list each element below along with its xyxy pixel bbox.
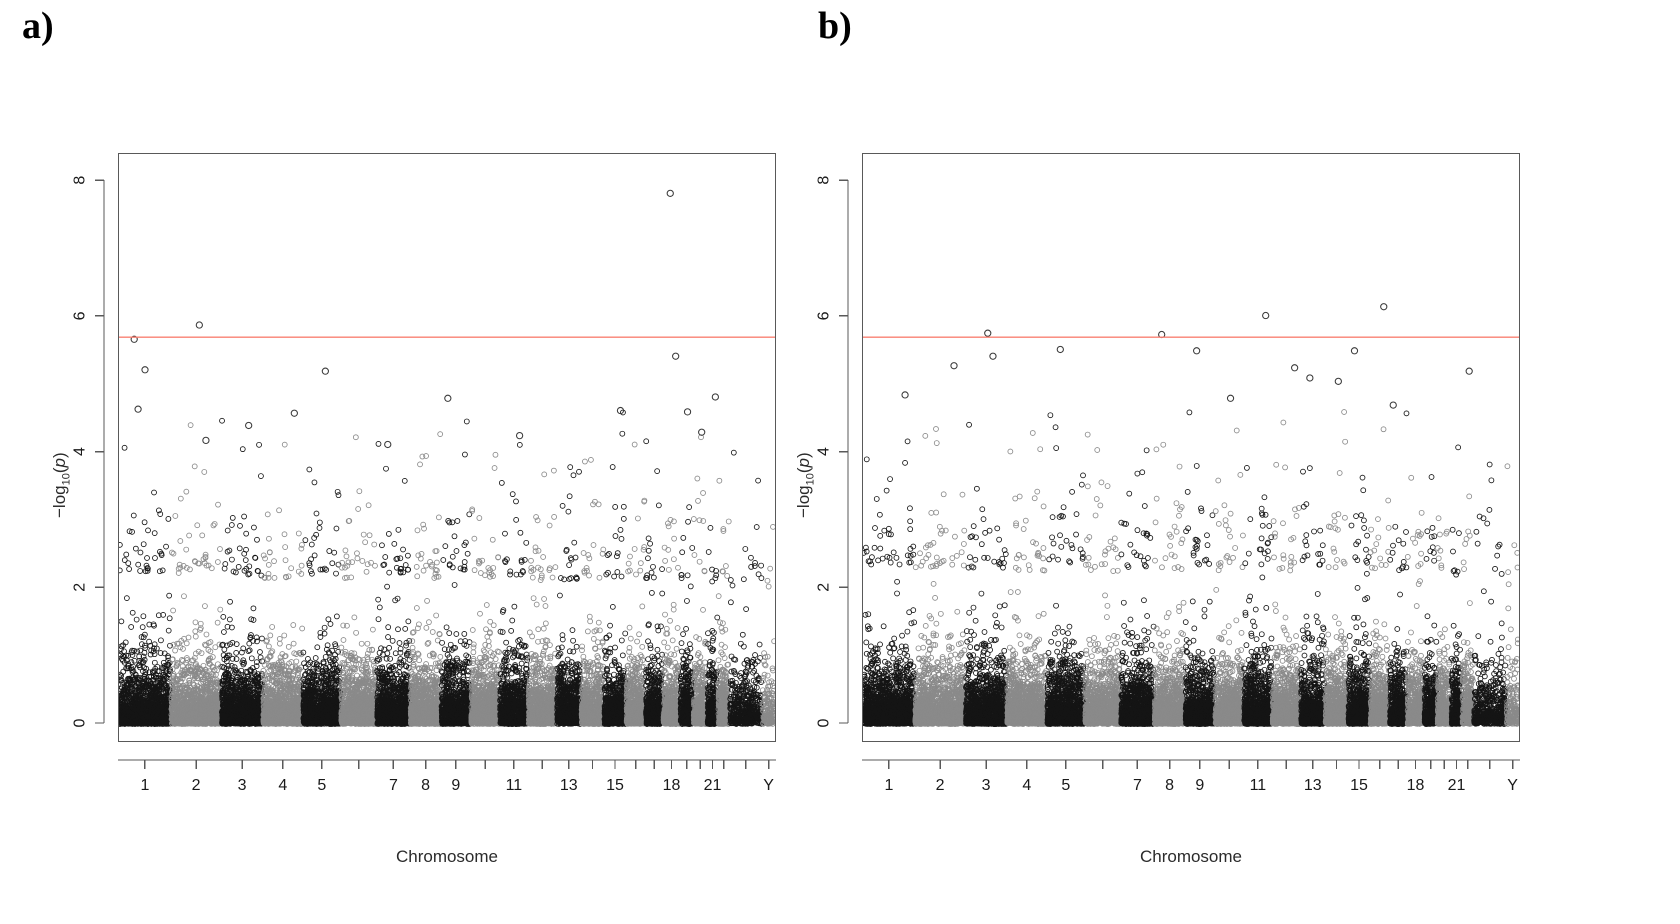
- panel-a-xtick-9: 9: [451, 777, 460, 794]
- panel-b-xtick-4: 4: [1022, 777, 1031, 794]
- panel-b-xtick-15: 15: [1350, 777, 1368, 794]
- panel-b-xtick-18: 18: [1407, 777, 1425, 794]
- panel-a-xtick-13: 13: [560, 777, 578, 794]
- panel-b-x-axis-label: Chromosome: [1139, 847, 1243, 866]
- y-label-open-paren: (: [50, 467, 69, 474]
- panel-a-ytick-6: 6: [72, 311, 89, 320]
- panel-a-axes: 024681 2 3 4 5 7 8 9 11 13 15 18 21 Y: [72, 176, 776, 794]
- panel-a-xtick-8: 8: [421, 777, 430, 794]
- panel-b-xtick-3: 3: [982, 777, 991, 794]
- panel-b-y-axis-label: −log10(p): [794, 452, 816, 518]
- panel-b-ytick-6: 6: [816, 311, 833, 320]
- panel-a-xtick-2: 2: [192, 777, 201, 794]
- y-label-prefix: −log: [50, 485, 69, 519]
- panel-b-ytick-4: 4: [816, 447, 833, 456]
- panel-b-xtick-8: 8: [1165, 777, 1174, 794]
- manhattan-plot-figure: a) b) 0 2 4 6 8 1 2 3 4 5 7 8 9 11 13 15 18 21 Y −log10(p)…: [0, 0, 1680, 924]
- panel-a-xtick-1: 1: [140, 777, 149, 794]
- panel-a-xtick-18: 18: [663, 777, 681, 794]
- panel-b-xtick-5: 5: [1061, 777, 1070, 794]
- y-label-close-paren: ): [50, 452, 69, 459]
- y-label-open-paren: (: [794, 467, 813, 474]
- panel-a-xtick-21: 21: [704, 777, 722, 794]
- panel-a-xtick-3: 3: [238, 777, 247, 794]
- panel-b-xtick-Y: Y: [1507, 777, 1518, 794]
- panel-a-ytick-8: 8: [72, 176, 89, 185]
- panel-b-xtick-7: 7: [1133, 777, 1142, 794]
- panel-b-xtick-9: 9: [1195, 777, 1204, 794]
- panel-a-x-axis-label: Chromosome: [395, 847, 499, 866]
- panel-a-xtick-7: 7: [389, 777, 398, 794]
- panel-b-xtick-11: 11: [1250, 777, 1267, 794]
- panel-b-xtick-21: 21: [1448, 777, 1466, 794]
- panel-a-ytick-4: 4: [72, 447, 89, 456]
- panel-a-xtick-5: 5: [317, 777, 326, 794]
- panel-b-ytick-8: 8: [816, 176, 833, 185]
- panel-a-ytick-0: 0: [72, 718, 89, 727]
- panel-a-ytick-2: 2: [72, 583, 89, 592]
- panel-a-xtick-15: 15: [606, 777, 624, 794]
- panel-a-y-axis-label: −log10(p): [50, 452, 72, 518]
- panel-a-label: a): [22, 5, 54, 47]
- panel-b-label: b): [818, 5, 852, 47]
- panel-a-xtick-4: 4: [278, 777, 287, 794]
- panel-b-ytick-2: 2: [816, 583, 833, 592]
- panel-b-xtick-2: 2: [936, 777, 945, 794]
- panel-b-xtick-1: 1: [884, 777, 893, 794]
- panel-b-ytick-0: 0: [816, 718, 833, 727]
- y-label-prefix: −log: [794, 485, 813, 519]
- y-label-variable: p: [794, 458, 813, 468]
- y-label-close-paren: ): [794, 452, 813, 459]
- y-label-variable: p: [50, 458, 69, 468]
- panel-b-xtick-13: 13: [1304, 777, 1322, 794]
- panel-a-xtick-11: 11: [506, 777, 523, 794]
- panel-b-axes: 0 2 4 6 8 1 2 3 4 5 7 8 9 11 13 15 18 21 Y: [816, 176, 1520, 794]
- y-label-subscript: 10: [804, 473, 817, 486]
- y-label-subscript: 10: [60, 473, 73, 486]
